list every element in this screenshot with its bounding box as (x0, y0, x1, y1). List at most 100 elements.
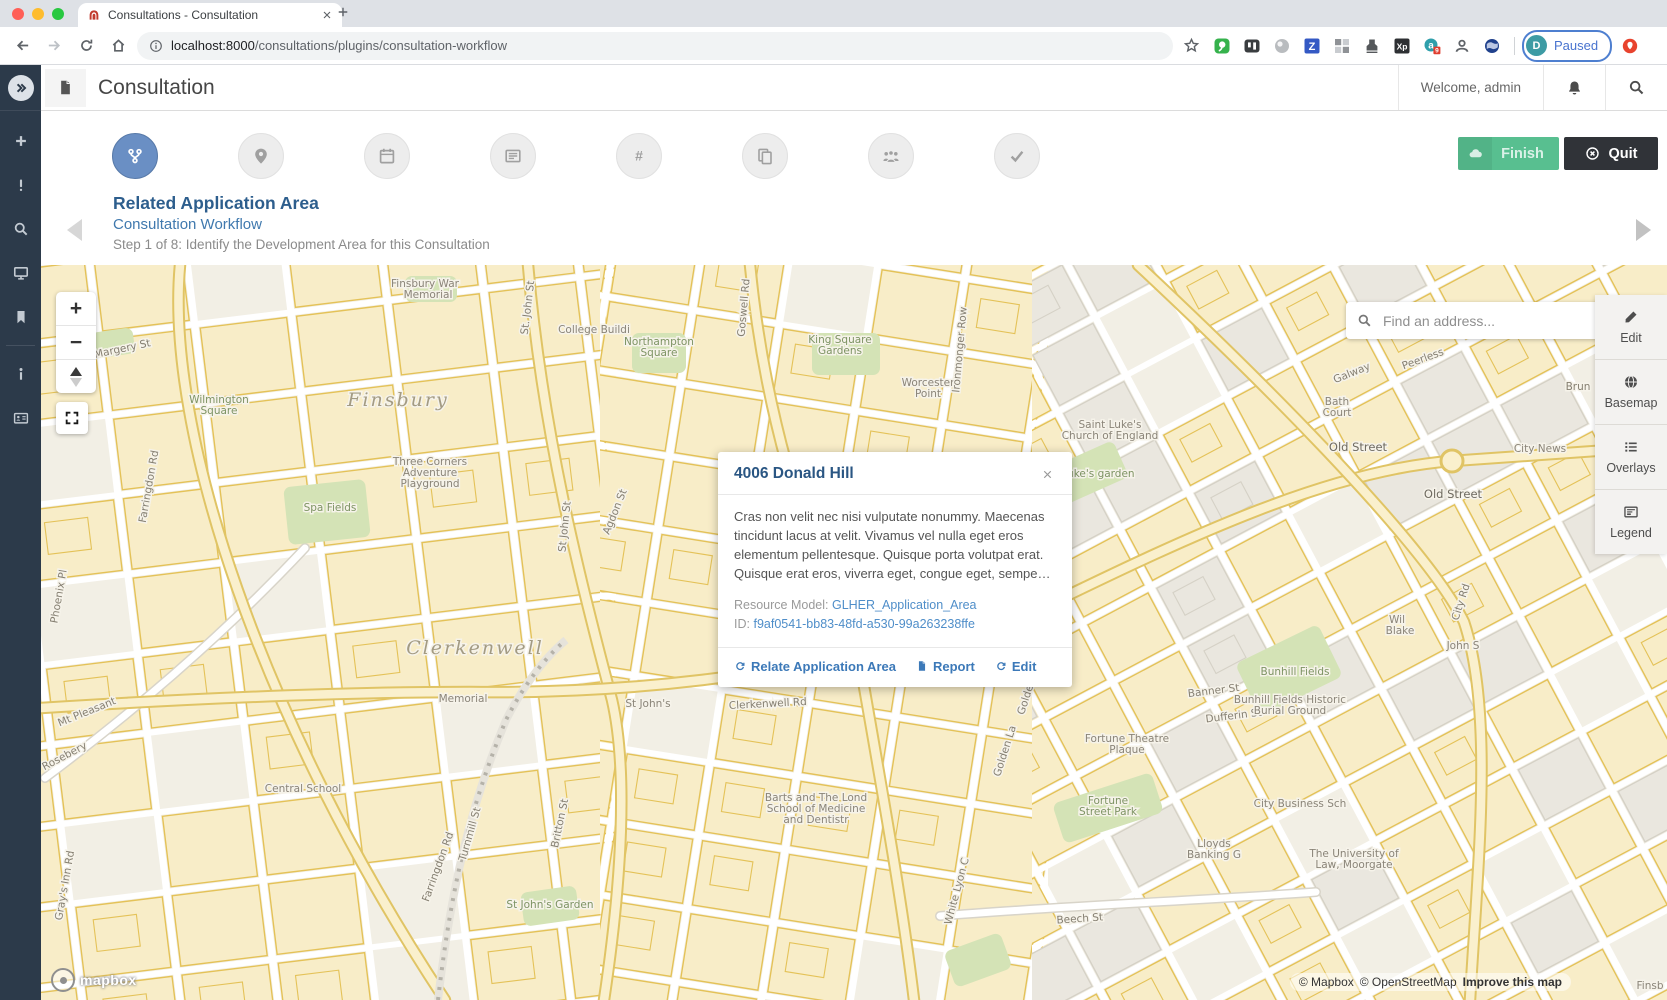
url-path: /consultations/plugins/consultation-work… (255, 38, 507, 53)
star-icon (1183, 37, 1200, 54)
header-search-button[interactable] (1605, 65, 1667, 110)
workflow-step-1[interactable] (112, 133, 158, 179)
reload-button[interactable] (73, 33, 99, 59)
extension-icons: Z Xp a9 (1207, 36, 1507, 56)
resource-model-link[interactable]: GLHER_Application_Area (832, 598, 977, 612)
grid-extension-button[interactable] (1332, 36, 1352, 56)
home-button[interactable] (105, 33, 131, 59)
back-button[interactable] (9, 33, 35, 59)
workflow-step-3[interactable] (364, 133, 410, 179)
popup-link-edit[interactable]: Edit (995, 659, 1037, 674)
sidebar-item-vcard[interactable] (0, 396, 41, 440)
mapbox-logo-icon (51, 968, 75, 992)
sidebar-item-plus[interactable] (0, 119, 41, 163)
tab-close-button[interactable] (321, 9, 333, 21)
sphere-extension-button[interactable] (1272, 36, 1292, 56)
zoom-in-button[interactable]: + (56, 292, 96, 326)
fullscreen-button[interactable] (56, 402, 88, 434)
kanban-extension-button[interactable] (1242, 36, 1262, 56)
sidebar-toggle[interactable] (0, 65, 41, 111)
bookmark-star-button[interactable] (1179, 34, 1203, 58)
map-tool-edit[interactable]: Edit (1595, 295, 1667, 360)
person-extension-button[interactable] (1452, 36, 1472, 56)
browser-tab[interactable]: Consultations - Consultation (78, 3, 342, 27)
window-minimize-button[interactable] (32, 8, 44, 20)
forward-button[interactable] (41, 33, 67, 59)
workflow-step-4[interactable] (490, 133, 536, 179)
map-tool-overlays[interactable]: Overlays (1595, 425, 1667, 490)
step-description: Step 1 of 8: Identify the Development Ar… (113, 237, 1667, 252)
grid-extension-icon (1333, 37, 1351, 55)
stamp-extension-button[interactable] (1362, 36, 1382, 56)
window-zoom-button[interactable] (52, 8, 64, 20)
page-info-icon[interactable] (149, 39, 163, 53)
notifications-button[interactable] (1543, 65, 1605, 110)
evernote-extension-button[interactable] (1212, 36, 1232, 56)
resource-id-link[interactable]: f9af0541-bb83-48fd-a530-99a263238ffe (753, 617, 975, 631)
circle-x-icon (1585, 146, 1600, 161)
id-label: ID: (734, 617, 750, 631)
sidebar-item-exclamation[interactable] (0, 163, 41, 207)
map-label: City Business Sch (1254, 798, 1347, 810)
globe-extension-button[interactable] (1482, 36, 1502, 56)
red-drop-extension-icon[interactable] (1620, 36, 1640, 56)
xp-extension-icon: Xp (1393, 37, 1411, 55)
svg-text:9: 9 (1435, 47, 1439, 54)
map-label: Central School (265, 783, 341, 795)
app-sidebar (0, 65, 41, 1000)
improve-map-link[interactable]: Improve this map (1463, 975, 1562, 989)
kanban-extension-icon (1243, 37, 1261, 55)
map-tool-legend[interactable]: Legend (1595, 490, 1667, 554)
map-canvas[interactable]: Finsbury WarMemorialSt. John StCollege B… (41, 265, 1667, 1000)
finish-button[interactable]: Finish (1458, 137, 1559, 170)
workflow-step-7[interactable] (868, 133, 914, 179)
map-label: and Dentistr (783, 814, 849, 826)
new-tab-icon (336, 5, 350, 19)
popup-link-report[interactable]: Report (916, 659, 975, 674)
map-label: Clerkenwell (406, 637, 544, 659)
popup-link-relate-application-area[interactable]: Relate Application Area (734, 659, 896, 674)
address-search-input[interactable] (1381, 312, 1609, 330)
sidebar-item-info[interactable] (0, 352, 41, 396)
svg-text:Xp: Xp (1397, 41, 1408, 51)
compass-button[interactable] (56, 360, 96, 393)
svg-text:a: a (1428, 40, 1434, 51)
exclamation-icon (13, 177, 29, 193)
forward-icon (46, 37, 63, 54)
sidebar-item-bookmark[interactable] (0, 295, 41, 339)
address-search-box[interactable] (1346, 302, 1620, 339)
xp-extension-button[interactable]: Xp (1392, 36, 1412, 56)
app-header: Consultation Welcome, admin (41, 65, 1667, 111)
workflow-step-6[interactable] (742, 133, 788, 179)
relate-icon (734, 660, 746, 672)
bell-icon (1566, 79, 1583, 96)
workflow-step-2[interactable] (238, 133, 284, 179)
map-tool-basemap[interactable]: Basemap (1595, 360, 1667, 425)
popup-close-button[interactable] (1038, 465, 1056, 483)
quit-button[interactable]: Quit (1564, 137, 1658, 170)
map-label: Finsbury (346, 389, 448, 411)
relate-icon (995, 660, 1007, 672)
map-label: Church of England (1062, 430, 1159, 442)
resource-file-button[interactable] (45, 69, 86, 107)
address-bar[interactable]: localhost:8000/consultations/plugins/con… (137, 32, 1173, 60)
back-icon (14, 37, 31, 54)
welcome-admin-link[interactable]: Welcome, admin (1398, 65, 1543, 110)
new-tab-button[interactable] (336, 5, 350, 19)
assistant-extension-button[interactable]: a9 (1422, 36, 1442, 56)
workflow-step-5[interactable]: # (616, 133, 662, 179)
search-icon (13, 221, 29, 237)
sidebar-item-search[interactable] (0, 207, 41, 251)
mapbox-logo[interactable]: mapbox (51, 968, 137, 992)
sidebar-item-desktop[interactable] (0, 251, 41, 295)
workflow-step-8[interactable] (994, 133, 1040, 179)
window-close-button[interactable] (12, 8, 24, 20)
mapbox-attribution-link[interactable]: © Mapbox (1299, 975, 1354, 989)
profile-paused-button[interactable]: D Paused (1522, 30, 1612, 62)
zotero-extension-button[interactable]: Z (1302, 36, 1322, 56)
evernote-extension-icon (1213, 37, 1231, 55)
zoom-out-button[interactable]: − (56, 326, 96, 360)
previous-step-arrow[interactable] (67, 219, 82, 241)
osm-attribution-link[interactable]: © OpenStreetMap (1360, 975, 1457, 989)
next-step-arrow[interactable] (1636, 219, 1651, 241)
